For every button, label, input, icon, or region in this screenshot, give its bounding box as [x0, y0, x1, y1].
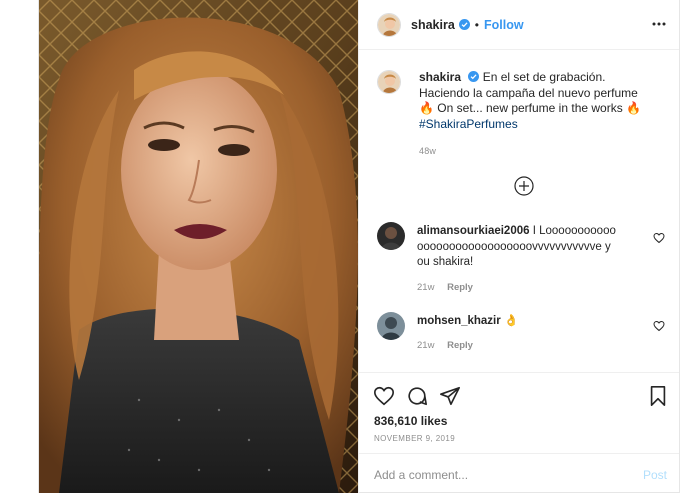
- comment-bubble-icon[interactable]: [406, 385, 428, 407]
- add-comment-bar: Post: [359, 453, 679, 493]
- author-avatar[interactable]: [377, 12, 401, 37]
- load-more-comments-icon[interactable]: [514, 176, 534, 196]
- separator-dot: •: [474, 17, 479, 32]
- follow-button[interactable]: Follow: [484, 18, 524, 32]
- caption-verified-icon: [468, 71, 480, 82]
- comment-text: mohsen_khazir 👌: [417, 314, 617, 330]
- reply-button[interactable]: Reply: [447, 340, 473, 351]
- save-bookmark-icon[interactable]: [647, 385, 669, 407]
- like-comment-heart-icon[interactable]: [653, 320, 665, 332]
- reply-button[interactable]: Reply: [447, 282, 473, 293]
- author-username[interactable]: shakira: [411, 18, 455, 32]
- hashtag-link[interactable]: #ShakiraPerfumes: [419, 117, 518, 131]
- comment-age: 21w: [417, 340, 435, 351]
- caption-text-line2: On set... new perfume in the works: [437, 101, 623, 115]
- portrait-image: [39, 0, 358, 493]
- post-caption: shakira En el set de grabación. Haciendo…: [377, 70, 667, 132]
- caption-age: 48w: [419, 146, 437, 156]
- comment-body: 👌: [503, 315, 519, 327]
- commenter-username[interactable]: alimansourkiaei2006: [417, 225, 530, 237]
- post-side-panel: shakira • Follow shakira En el set de gr…: [358, 0, 679, 493]
- comment-text: alimansourkiaei2006 I Looooooooooooooooo…: [417, 224, 617, 271]
- comment-item: alimansourkiaei2006 I Looooooooooooooooo…: [377, 222, 667, 293]
- caption-author-avatar[interactable]: [377, 70, 401, 94]
- fire-emoji-1: 🔥: [419, 101, 434, 115]
- share-paper-plane-icon[interactable]: [439, 385, 461, 407]
- post-date: NOVEMBER 9, 2019: [374, 434, 456, 443]
- comment-item: mohsen_khazir 👌 21w Reply: [377, 312, 667, 352]
- comment-meta: 21w Reply: [417, 340, 483, 351]
- post-header: shakira • Follow: [359, 0, 679, 50]
- like-heart-icon[interactable]: [373, 385, 395, 407]
- post-photo[interactable]: [39, 0, 358, 493]
- likes-count[interactable]: 836,610 likes: [374, 414, 447, 428]
- commenter-username[interactable]: mohsen_khazir: [417, 315, 501, 327]
- caption-username[interactable]: shakira: [419, 70, 461, 84]
- add-comment-input[interactable]: [374, 466, 594, 484]
- commenter-avatar[interactable]: [377, 312, 405, 340]
- comment-age: 21w: [417, 282, 435, 293]
- caption-text: shakira En el set de grabación. Haciendo…: [419, 70, 655, 132]
- instagram-post: shakira • Follow shakira En el set de gr…: [38, 0, 680, 493]
- verified-badge-icon: [458, 19, 470, 30]
- fire-emoji-2: 🔥: [626, 101, 642, 115]
- more-options-icon[interactable]: [651, 17, 667, 31]
- post-comment-button[interactable]: Post: [643, 468, 667, 482]
- comment-meta: 21w Reply: [417, 282, 483, 293]
- commenter-avatar[interactable]: [377, 222, 405, 250]
- like-comment-heart-icon[interactable]: [653, 232, 665, 244]
